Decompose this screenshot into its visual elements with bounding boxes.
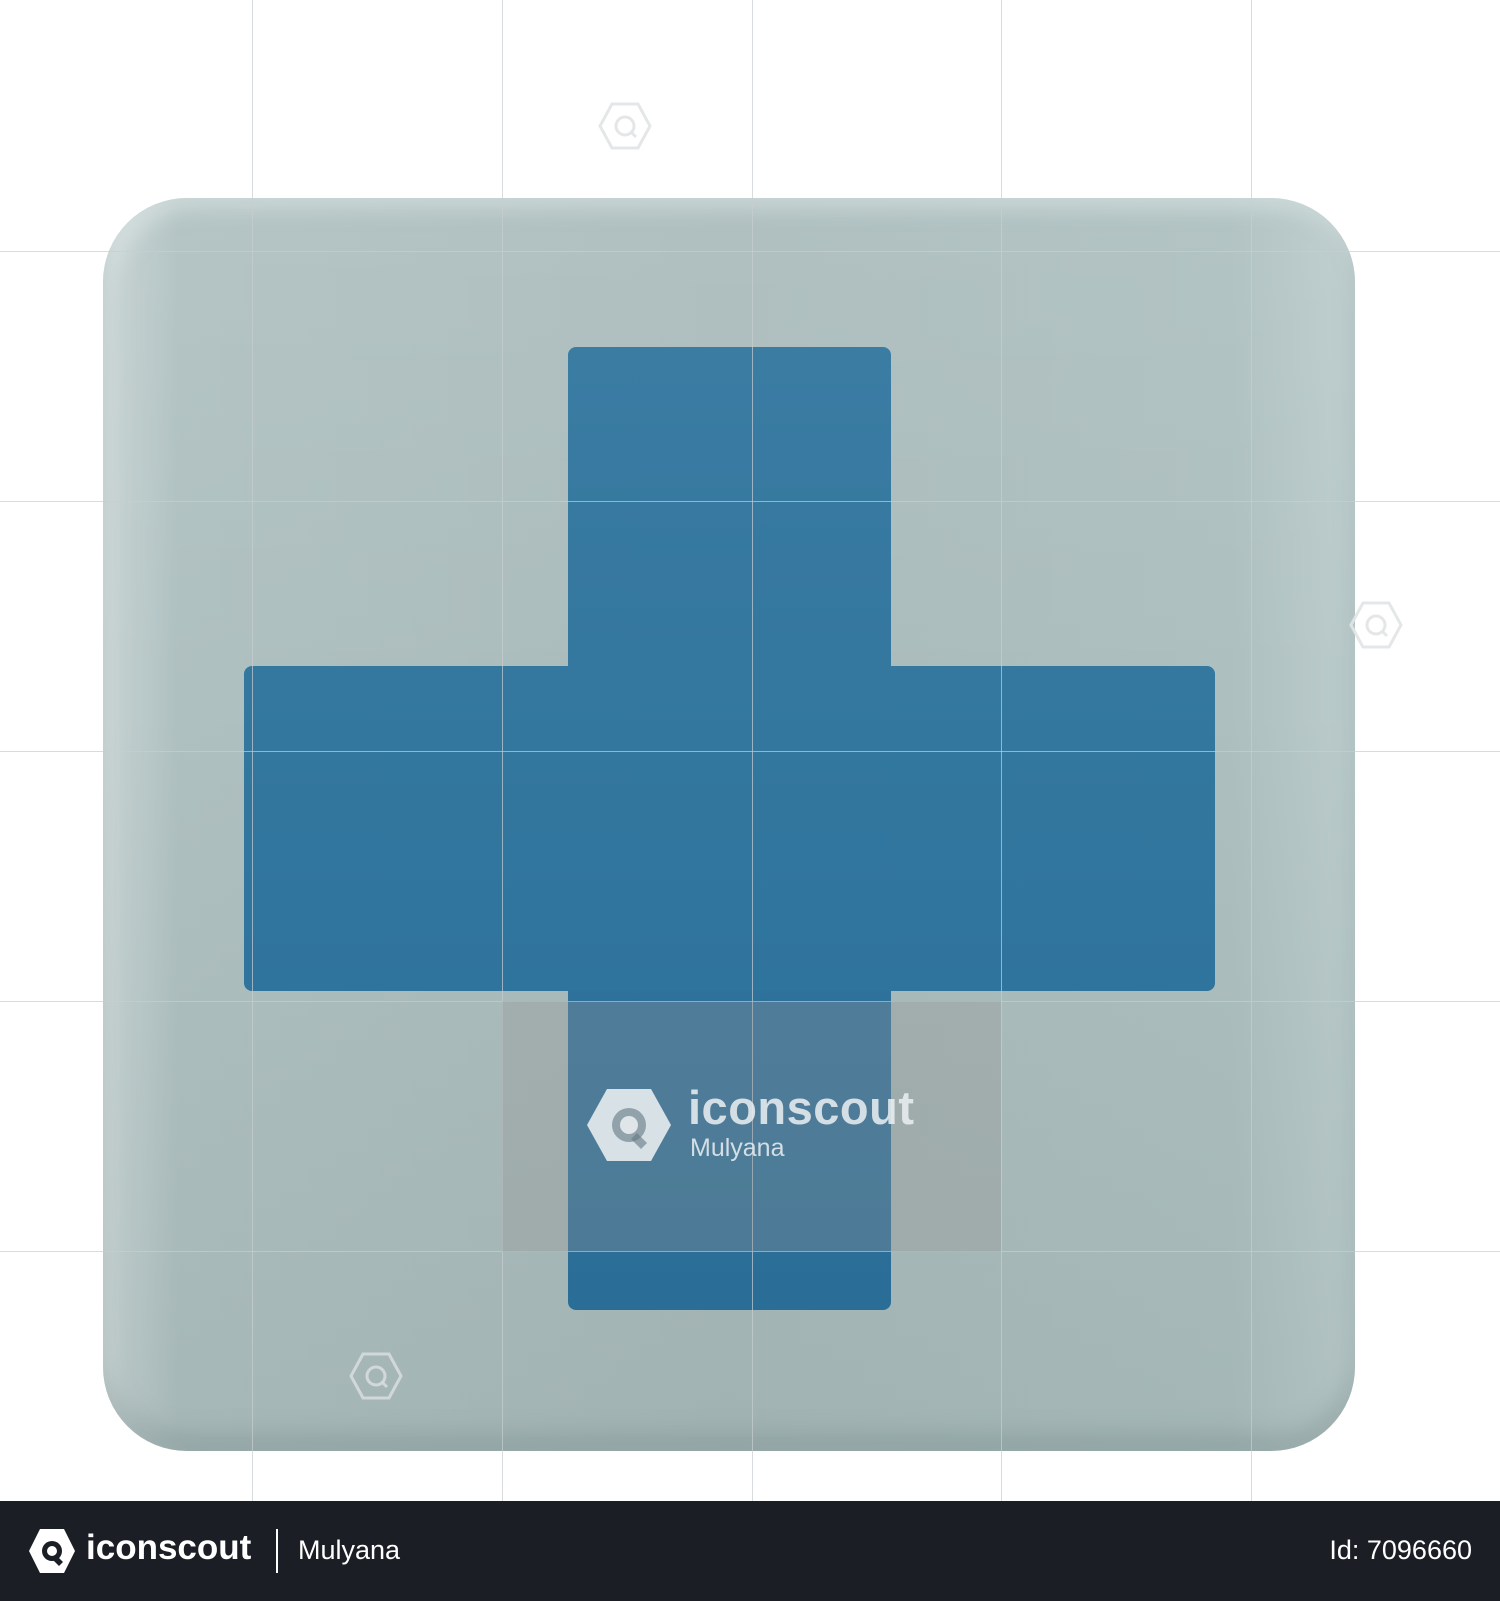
iconscout-logo-icon xyxy=(587,1089,671,1161)
preview-canvas: iconscout Mulyana xyxy=(0,0,1500,1501)
grid-line xyxy=(0,251,1500,252)
watermark-logo-icon xyxy=(1349,601,1403,649)
iconscout-logo-icon xyxy=(29,1529,75,1573)
grid-line xyxy=(0,501,1500,502)
watermark-logo-icon xyxy=(598,102,652,150)
watermark-logo-icon xyxy=(349,1352,403,1400)
footer-brand[interactable]: iconscout xyxy=(86,1528,251,1568)
footer-divider xyxy=(276,1529,278,1573)
watermark-author: Mulyana xyxy=(690,1134,785,1162)
footer-bar: iconscout Mulyana Id: 7096660 xyxy=(0,1501,1500,1601)
grid-line xyxy=(0,751,1500,752)
footer-author-link[interactable]: Mulyana xyxy=(298,1535,400,1566)
watermark-brand: iconscout xyxy=(688,1081,915,1134)
footer-asset-id: Id: 7096660 xyxy=(1329,1535,1472,1565)
cross-horizontal-bar xyxy=(244,666,1215,991)
